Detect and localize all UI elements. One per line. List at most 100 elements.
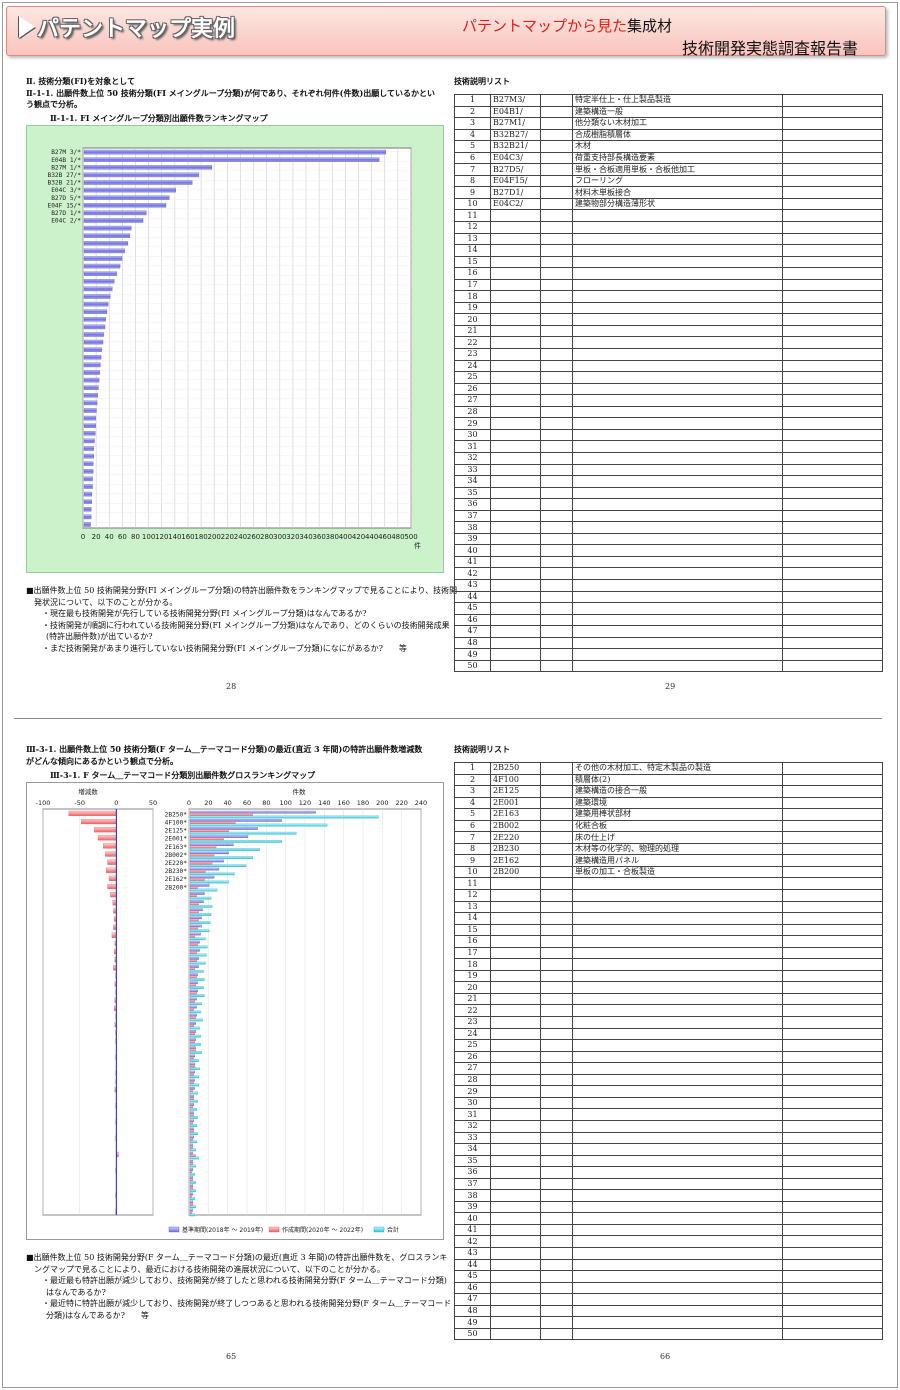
tech-code bbox=[490, 958, 541, 971]
category-label: E04C 2/* bbox=[51, 218, 81, 225]
bar bbox=[83, 332, 104, 337]
table-row: 27 bbox=[454, 394, 883, 407]
series-bar bbox=[189, 831, 297, 835]
blank-cell bbox=[782, 636, 883, 650]
series-bar bbox=[189, 1083, 199, 1087]
tech-description bbox=[572, 1200, 783, 1214]
series-bar bbox=[189, 1002, 202, 1006]
table-row: 3 2E125 建築構造の接合一般 bbox=[454, 785, 883, 798]
blank-cell bbox=[782, 417, 883, 430]
tech-code bbox=[490, 232, 541, 246]
table-row: 40 bbox=[454, 544, 883, 557]
row-number: 15 bbox=[454, 923, 491, 937]
series-bar bbox=[189, 888, 218, 892]
blank-cell bbox=[540, 221, 573, 234]
blank-cell bbox=[540, 602, 573, 615]
series-bar bbox=[189, 959, 197, 963]
table-row: 21 bbox=[454, 992, 883, 1006]
tech-code bbox=[490, 1062, 541, 1075]
blank-cell bbox=[782, 1062, 883, 1075]
table-row: 44 bbox=[454, 590, 883, 604]
x-tick-label: 220 bbox=[221, 533, 234, 541]
blank-cell bbox=[540, 912, 573, 925]
tech-code bbox=[490, 1154, 541, 1168]
blank-cell bbox=[782, 1223, 883, 1237]
bar bbox=[83, 484, 93, 489]
analysis-heading-line2: う観点で分析。 bbox=[26, 99, 82, 109]
blank-cell bbox=[782, 900, 883, 914]
tech-description: 建築構造一般 bbox=[572, 105, 783, 119]
table-row: 43 bbox=[454, 1246, 883, 1260]
note-line: ・まだ技術開発があまり進行していない技術開発分野(FI メイングループ分類)にな… bbox=[42, 643, 407, 653]
tech-description bbox=[572, 889, 783, 902]
series-bar bbox=[189, 1008, 194, 1011]
tech-code bbox=[490, 923, 541, 937]
tech-code bbox=[490, 532, 541, 546]
series-bar bbox=[189, 1189, 196, 1192]
blank-cell bbox=[782, 1177, 883, 1191]
tech-description bbox=[572, 1316, 783, 1329]
series-bar bbox=[189, 1205, 196, 1209]
blank-cell bbox=[540, 1096, 573, 1110]
blank-cell bbox=[540, 1189, 573, 1202]
series-bar bbox=[189, 1059, 199, 1062]
tech-code bbox=[490, 221, 541, 234]
bar bbox=[83, 248, 125, 254]
tech-code: 2B002 bbox=[490, 819, 541, 833]
change-bar bbox=[110, 892, 117, 898]
blank-cell bbox=[782, 348, 883, 361]
tech-code bbox=[490, 301, 541, 315]
tech-description: 特定半仕上・仕上製品製造 bbox=[572, 94, 783, 107]
tech-list-title: 技術説明リスト bbox=[454, 76, 510, 86]
row-number: 26 bbox=[454, 382, 491, 396]
table-row: 42 bbox=[454, 1235, 883, 1248]
blank-cell bbox=[540, 1316, 573, 1329]
tech-code: E04C2/ bbox=[490, 197, 541, 211]
blank-cell bbox=[782, 1119, 883, 1133]
x-tick-label: 420 bbox=[352, 533, 365, 541]
series-bar bbox=[189, 1107, 197, 1111]
bar bbox=[83, 203, 167, 208]
series-bar bbox=[189, 1070, 195, 1074]
blank-cell bbox=[540, 163, 573, 176]
series-bar bbox=[189, 1178, 194, 1182]
tech-description bbox=[572, 313, 783, 326]
table-row: 16 bbox=[454, 267, 883, 280]
blank-cell bbox=[782, 255, 883, 269]
change-bar bbox=[102, 843, 117, 849]
series-bar bbox=[189, 1197, 195, 1200]
series-bar bbox=[189, 1162, 194, 1166]
series-bar bbox=[189, 813, 253, 816]
legend-label: 合計 bbox=[387, 1226, 399, 1234]
series-bar bbox=[189, 981, 198, 985]
right-tick-label: 220 bbox=[395, 799, 407, 807]
tech-code bbox=[490, 1200, 541, 1214]
page-header: パテントマップ実例 パテントマップから見た 集成材 技術開発実態調査報告書 bbox=[6, 6, 886, 58]
table-row: 37 bbox=[454, 1177, 883, 1191]
series-bar bbox=[189, 853, 215, 857]
table-row: 1 B27M3/特定半仕上・仕上製品製造 bbox=[454, 94, 883, 107]
blank-cell bbox=[540, 324, 573, 338]
table-row: 40 bbox=[454, 1212, 883, 1225]
header-report-name: 技術開発実態調査報告書 bbox=[682, 39, 859, 58]
x-tick-label: 180 bbox=[194, 533, 207, 541]
legend-swatch bbox=[373, 1226, 385, 1233]
tech-code: B27D5/ bbox=[490, 163, 541, 176]
tech-description: 合成樹脂積層体 bbox=[572, 128, 783, 142]
category-label: 2B250* bbox=[165, 811, 188, 818]
table-row: 18 bbox=[454, 958, 883, 971]
series-bar bbox=[189, 1172, 195, 1176]
table-row: 12 bbox=[454, 889, 883, 902]
table-row: 46 bbox=[454, 1281, 883, 1295]
series-bar bbox=[189, 1135, 194, 1139]
x-tick-label: 440 bbox=[365, 533, 378, 541]
series-bar bbox=[189, 1075, 199, 1079]
tech-code bbox=[490, 290, 541, 303]
tech-description bbox=[572, 209, 783, 222]
series-bar bbox=[189, 969, 204, 973]
series-bar bbox=[189, 1192, 194, 1196]
tech-code bbox=[490, 648, 541, 661]
bar bbox=[83, 286, 113, 292]
tech-code bbox=[490, 359, 541, 373]
tech-description bbox=[572, 659, 783, 673]
